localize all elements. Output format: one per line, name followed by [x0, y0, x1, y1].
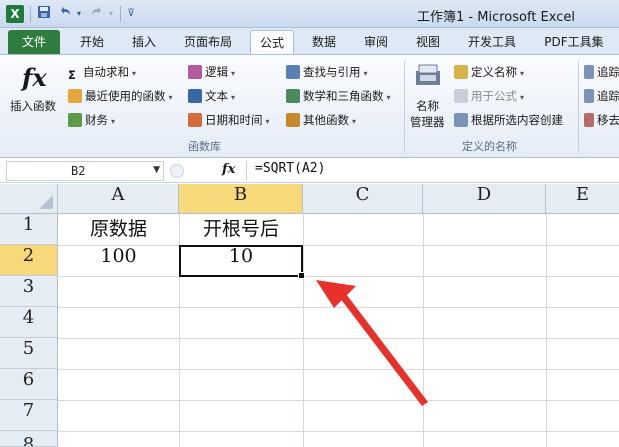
group-separator [578, 61, 579, 153]
lookup-label: 查找与引用 [303, 65, 361, 79]
more-functions-label: 其他函数 [303, 113, 349, 127]
undo-icon[interactable] [56, 5, 74, 23]
tab-home[interactable]: 开始 [72, 30, 112, 54]
financial-label: 财务 [85, 113, 108, 127]
trace-precedents-button[interactable]: 追踪 [584, 63, 619, 81]
group-separator [404, 61, 405, 153]
datetime-button[interactable]: 日期和时间 ▾ [188, 111, 270, 129]
tab-page-layout[interactable]: 页面布局 [176, 30, 240, 54]
use-in-formula-label: 用于公式 [471, 89, 517, 103]
formula-input[interactable]: =SQRT(A2) [246, 161, 619, 181]
book-icon [188, 65, 202, 79]
name-manager-label-2: 管理器 [410, 115, 445, 129]
function-library-group-label: 函数库 [188, 140, 221, 153]
defined-names-group-label: 定义的名称 [462, 140, 517, 153]
ribbon: fx 插入函数 Σ 自动求和 ▾ 最近使用的函数 ▾ 财务 ▾ 逻辑 ▾ 文本 ▾ 日期和时… [0, 54, 619, 158]
tab-review[interactable]: 审阅 [356, 30, 396, 54]
undo-dropdown-icon[interactable]: ▾ [74, 5, 84, 23]
quick-access-separator [30, 6, 31, 22]
trace-arrow-icon [584, 89, 594, 103]
tab-developer[interactable]: 开发工具 [460, 30, 524, 54]
chevron-down-icon[interactable]: ▼ [153, 165, 160, 175]
tab-data[interactable]: 数据 [304, 30, 344, 54]
more-functions-button[interactable]: 其他函数 ▾ [286, 111, 356, 129]
recent-functions-label: 最近使用的函数 [85, 89, 166, 103]
chevron-down-icon: ▾ [231, 69, 236, 78]
chevron-down-icon: ▾ [132, 69, 137, 78]
trace-precedents-label: 追踪 [597, 65, 619, 79]
grid-icon [454, 113, 468, 127]
sigma-icon: Σ [68, 68, 76, 82]
tag-icon [454, 65, 468, 79]
chevron-down-icon: ▾ [168, 93, 173, 102]
tab-insert[interactable]: 插入 [124, 30, 164, 54]
insert-function-button[interactable]: 插入函数 [10, 97, 56, 115]
math-button[interactable]: 数学和三角函数 ▾ [286, 87, 391, 105]
tab-formulas[interactable]: 公式 [250, 30, 294, 54]
remove-arrows-label: 移去 [597, 113, 619, 127]
use-in-formula-button[interactable]: 用于公式 ▾ [454, 87, 524, 105]
title-bar: X ▾ ▾ ⊽ 工作簿1 - Microsoft Excel [0, 0, 619, 28]
trace-dependents-button[interactable]: 追踪 [584, 87, 619, 105]
define-name-button[interactable]: 定义名称 ▾ [454, 63, 524, 81]
chevron-down-icon: ▾ [520, 69, 525, 78]
annotation-arrow [316, 280, 428, 406]
window-title: 工作簿1 - Microsoft Excel [417, 10, 575, 25]
create-from-selection-label: 根据所选内容创建 [471, 113, 563, 127]
formula-bar: B2 ▼ fx =SQRT(A2) [0, 159, 619, 183]
chevron-down-icon: ▾ [265, 117, 270, 126]
spreadsheet-grid: A B C D E 1 2 3 4 5 6 7 8 原数据 开根号后 100 1… [0, 184, 619, 447]
redo-icon[interactable] [88, 5, 106, 23]
remove-arrow-icon [584, 113, 594, 127]
math-book-icon [286, 89, 300, 103]
logical-button[interactable]: 逻辑 ▾ [188, 63, 235, 81]
name-manager-icon [416, 64, 440, 85]
create-from-selection-button[interactable]: 根据所选内容创建 [454, 111, 563, 129]
name-manager-button[interactable]: 名称 管理器 [408, 61, 448, 131]
recent-functions-button[interactable]: 最近使用的函数 ▾ [68, 87, 173, 105]
tab-file[interactable]: 文件 [8, 30, 60, 54]
ribbon-tabs: 文件 开始 插入 页面布局 公式 数据 审阅 视图 开发工具 PDF工具集 [0, 28, 619, 54]
autosum-button[interactable]: Σ 自动求和 ▾ [68, 63, 137, 82]
book-stack-icon [286, 113, 300, 127]
name-box[interactable]: B2 ▼ [6, 161, 164, 181]
chevron-down-icon: ▾ [111, 117, 116, 126]
chevron-down-icon: ▾ [363, 69, 368, 78]
book-icon [68, 113, 82, 127]
save-icon[interactable] [36, 5, 52, 23]
define-name-label: 定义名称 [471, 65, 517, 79]
redo-dropdown-icon[interactable]: ▾ [106, 5, 116, 23]
chevron-down-icon: ▾ [352, 117, 357, 126]
datetime-label: 日期和时间 [205, 113, 263, 127]
chevron-down-icon: ▾ [231, 93, 236, 102]
tab-pdf-tools[interactable]: PDF工具集 [536, 30, 612, 54]
text-label: 文本 [205, 89, 228, 103]
name-box-value: B2 [71, 164, 86, 178]
autosum-label: 自动求和 [83, 65, 129, 79]
annotation-arrow-shaft [340, 294, 428, 406]
search-book-icon [286, 65, 300, 79]
tab-view[interactable]: 视图 [408, 30, 448, 54]
remove-arrows-button[interactable]: 移去 [584, 111, 619, 129]
calendar-icon [188, 113, 202, 127]
chevron-down-icon: ▾ [520, 93, 525, 102]
fx-icon[interactable]: fx [222, 162, 235, 177]
financial-button[interactable]: 财务 ▾ [68, 111, 115, 129]
star-icon [68, 89, 82, 103]
excel-logo-icon: X [6, 5, 24, 23]
insert-function-icon[interactable]: fx [22, 63, 47, 92]
chevron-down-icon: ▾ [386, 93, 391, 102]
quick-access-separator [120, 6, 121, 22]
lookup-button[interactable]: 查找与引用 ▾ [286, 63, 368, 81]
trace-dependents-label: 追踪 [597, 89, 619, 103]
text-a-icon [188, 89, 202, 103]
text-button[interactable]: 文本 ▾ [188, 87, 235, 105]
logical-label: 逻辑 [205, 65, 228, 79]
fx-icon [454, 89, 468, 103]
customize-icon[interactable]: ⊽ [124, 5, 138, 23]
formula-bar-resize-handle[interactable] [170, 164, 184, 178]
math-label: 数学和三角函数 [303, 89, 384, 103]
trace-arrow-icon [584, 65, 594, 79]
